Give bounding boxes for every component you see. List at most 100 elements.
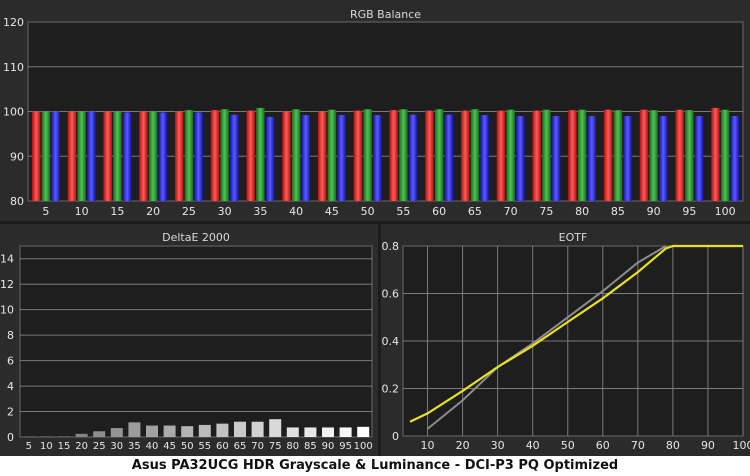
rgb-bar — [399, 109, 408, 201]
rgb-bar — [87, 111, 96, 201]
y-tick-label: 0.8 — [382, 240, 400, 253]
x-tick-label: 15 — [110, 205, 124, 218]
deltae-bar — [322, 427, 334, 437]
x-tick-label: 80 — [666, 439, 680, 452]
rgb-bar — [685, 110, 694, 201]
y-tick-label: 14 — [0, 253, 14, 266]
x-tick-label: 40 — [289, 205, 303, 218]
rgb-bar — [675, 109, 684, 201]
x-tick-label: 15 — [58, 441, 71, 452]
y-tick-label: 0.4 — [382, 335, 400, 348]
eotf-chart: EOTF 0 0.2 0.4 0.6 0.8 10 20 30 40 50 60 70 80 90 100 — [382, 231, 750, 452]
x-tick-label: 75 — [269, 441, 282, 452]
rgb-bar — [516, 115, 525, 201]
rgb-bar — [184, 110, 194, 201]
rgb-bar — [291, 109, 301, 201]
x-tick-label: 10 — [421, 439, 435, 452]
rgb-bar — [301, 115, 311, 201]
x-tick-label: 35 — [253, 205, 267, 218]
rgb-bar — [603, 109, 613, 201]
x-tick-label: 100 — [733, 439, 750, 452]
chart-title: EOTF — [559, 231, 588, 244]
x-tick-label: 55 — [396, 205, 410, 218]
x-tick-label: 20 — [456, 439, 470, 452]
rgb-bar — [77, 111, 86, 201]
x-tick-label: 85 — [611, 205, 625, 218]
rgb-bar — [613, 110, 623, 201]
x-tick-label: 50 — [561, 439, 575, 452]
y-tick-label: 80 — [10, 195, 24, 208]
rgb-bar — [113, 111, 122, 201]
x-tick-label: 60 — [596, 439, 610, 452]
rgb-bar — [470, 109, 480, 201]
y-tick-label: 0 — [7, 431, 14, 444]
rgb-bar — [139, 111, 148, 201]
rgb-bar — [659, 115, 668, 201]
rgb-balance-panel: RGB Balance 80 90 100 110 120 5 10 15 20 25 30 35 40 4… — [0, 0, 750, 221]
rgb-bar — [158, 112, 168, 201]
chart-title: RGB Balance — [350, 8, 421, 21]
x-tick-label: 75 — [539, 205, 553, 218]
y-tick-label: 6 — [7, 355, 14, 368]
x-tick-label: 80 — [575, 205, 589, 218]
figure-caption: Asus PA32UCG HDR Grayscale & Luminance -… — [0, 456, 750, 476]
chart-title: DeltaE 2000 — [162, 231, 230, 244]
x-tick-label: 55 — [198, 441, 211, 452]
deltae-bar — [146, 425, 158, 437]
rgb-bar — [694, 115, 704, 201]
rgb-bar — [542, 109, 551, 201]
deltae-bar — [93, 431, 106, 437]
y-tick-label: 110 — [3, 61, 24, 74]
x-tick-label: 80 — [286, 441, 299, 452]
deltae-bar — [234, 421, 246, 437]
rgb-bar — [460, 110, 470, 201]
rgb-bar — [730, 115, 740, 201]
rgb-bar — [220, 109, 229, 201]
rgb-bar — [41, 111, 51, 201]
x-tick-label: 10 — [75, 205, 89, 218]
x-tick-label: 70 — [504, 205, 518, 218]
deltae-bar — [251, 421, 264, 437]
rgb-bar — [282, 111, 291, 201]
rgb-bar — [444, 114, 454, 201]
x-tick-label: 90 — [647, 205, 661, 218]
x-tick-label: 30 — [110, 441, 123, 452]
deltae-bar — [40, 436, 53, 437]
deltae-bar — [339, 427, 352, 437]
rgb-bar — [51, 111, 60, 201]
y-tick-label: 0.6 — [382, 288, 400, 301]
deltae-bar — [198, 424, 211, 437]
rgb-bar — [122, 112, 132, 201]
deltae-chart: DeltaE 2000 0 2 4 6 8 10 12 14 5 10 15 20 25 30 35 40 45 5… — [0, 231, 373, 452]
rgb-bar — [317, 111, 327, 201]
deltae-bar — [286, 427, 299, 437]
x-tick-label: 5 — [42, 205, 49, 218]
rgb-bar — [148, 111, 158, 201]
x-tick-label: 70 — [251, 441, 264, 452]
rgb-bar — [103, 111, 112, 201]
deltae-bar — [22, 436, 35, 437]
x-tick-label: 100 — [354, 441, 373, 452]
rgb-bar — [389, 110, 398, 201]
rgb-bar — [337, 115, 346, 201]
y-tick-label: 2 — [7, 406, 14, 419]
y-tick-label: 0.2 — [382, 383, 400, 396]
rgb-bar — [711, 107, 720, 201]
y-tick-label: 12 — [0, 278, 14, 291]
plot-area — [19, 245, 373, 438]
x-tick-label: 90 — [322, 441, 335, 452]
rgb-bar — [568, 110, 577, 201]
x-tick-label: 10 — [40, 441, 53, 452]
rgb-bar — [363, 109, 372, 201]
rgb-bar — [649, 110, 658, 201]
rgb-bar — [496, 110, 506, 201]
x-tick-label: 60 — [432, 205, 446, 218]
deltae-bar — [75, 433, 88, 437]
rgb-bar — [265, 116, 275, 201]
rgb-bar — [174, 111, 184, 201]
x-tick-label: 30 — [218, 205, 232, 218]
y-tick-label: 0 — [392, 430, 399, 443]
rgb-bar — [353, 110, 363, 201]
x-tick-label: 5 — [26, 441, 32, 452]
deltae-bar — [58, 436, 70, 437]
